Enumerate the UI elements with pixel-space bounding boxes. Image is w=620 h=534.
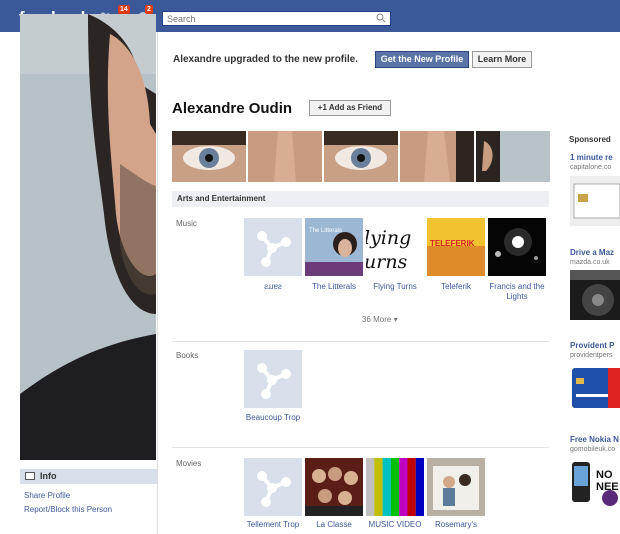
music-tile-francis[interactable]	[488, 218, 546, 276]
profile-name: Alexandre Oudin	[172, 100, 293, 117]
movie-caption-1[interactable]: Tellement Trop	[238, 520, 308, 530]
divider-books	[172, 341, 549, 342]
profile-photo[interactable]	[20, 14, 156, 460]
ad-3-title[interactable]: Provident P	[570, 341, 614, 350]
info-tab[interactable]: Info	[20, 469, 157, 484]
search-icon[interactable]	[376, 13, 386, 23]
music-caption-5[interactable]: Francis and the Lights	[482, 282, 552, 302]
add-friend-button[interactable]: +1 Add as Friend	[309, 100, 391, 116]
music-tile-1[interactable]	[244, 218, 302, 276]
report-block-link[interactable]: Report/Block this Person	[24, 505, 112, 514]
arts-heading-text: Arts and Entertainment	[177, 194, 266, 203]
movie-tile-music-video[interactable]	[366, 458, 424, 516]
book-caption-1[interactable]: Beaucoup Trop	[238, 413, 308, 423]
movie-caption-4[interactable]: Rosemary's	[421, 520, 491, 530]
ad-4-title[interactable]: Free Nokia N	[570, 435, 619, 444]
share-profile-link[interactable]: Share Profile	[24, 491, 70, 500]
strip-photo-nose-2[interactable]	[400, 131, 474, 182]
photo-strip	[172, 131, 550, 182]
more-music-label: 36 More	[362, 315, 392, 324]
book-tile-1[interactable]	[244, 350, 302, 408]
search-placeholder: Search	[167, 14, 196, 24]
litterals-cover-text: The Litterals	[309, 228, 342, 234]
arts-section-heading: Arts and Entertainment	[172, 191, 549, 207]
music-caption-4[interactable]: Teleferik	[421, 282, 491, 292]
search-input[interactable]: Search	[162, 11, 391, 26]
movies-label: Movies	[176, 459, 202, 468]
add-friend-icon: +1	[317, 103, 329, 112]
strip-photo-ear[interactable]	[476, 131, 550, 182]
svg-text:urns: urns	[366, 251, 408, 273]
music-tile-litterals[interactable]: The Litterals	[305, 218, 363, 276]
strip-photo-eye-1[interactable]	[172, 131, 246, 182]
svg-text:lying: lying	[366, 227, 411, 249]
upgrade-notice-text: Alexandre upgraded to the new profile.	[173, 54, 359, 65]
info-tab-label: Info	[40, 471, 57, 481]
more-music-link[interactable]: 36 More ▾	[362, 315, 398, 324]
movie-caption-3[interactable]: MUSIC VIDEO	[360, 520, 430, 530]
movie-tile-rosemarys[interactable]	[427, 458, 485, 516]
music-caption-2[interactable]: The Litterals	[299, 282, 369, 292]
sponsored-heading: Sponsored	[569, 135, 611, 144]
ad-4-url[interactable]: gomobileuk.co	[570, 446, 615, 453]
divider-movies	[172, 447, 549, 448]
notifications-badge: 2	[145, 5, 153, 14]
ad-1-url[interactable]: capitalone.co	[570, 164, 611, 171]
info-icon	[25, 472, 35, 480]
music-caption-3[interactable]: Flying Turns	[360, 282, 430, 292]
music-caption-1[interactable]: ƨɹɹɐƨ	[238, 282, 308, 292]
add-friend-label: Add as Friend	[328, 103, 383, 112]
ad-2-image[interactable]	[570, 270, 620, 320]
learn-more-button[interactable]: Learn More	[472, 51, 532, 68]
movie-tile-1[interactable]	[244, 458, 302, 516]
teleferik-cover-text: TELEFERIK	[430, 239, 475, 248]
ad-1-image[interactable]	[570, 176, 620, 226]
music-tile-teleferik[interactable]: TELEFERIK	[427, 218, 485, 276]
ad-3-url[interactable]: providentpers	[570, 352, 612, 359]
ad-1-title[interactable]: 1 minute re	[570, 153, 613, 162]
strip-photo-eye-2[interactable]	[324, 131, 398, 182]
ad-2-title[interactable]: Drive a Maz	[570, 248, 614, 257]
music-tile-flying-turns[interactable]: lying urns	[366, 218, 424, 276]
get-new-profile-button[interactable]: Get the New Profile	[375, 51, 469, 68]
ad-4-image[interactable]: NO NEE	[570, 458, 620, 508]
music-label: Music	[176, 219, 197, 228]
ad-2-url[interactable]: mazda.co.uk	[570, 259, 610, 266]
ad-3-image[interactable]	[570, 364, 620, 414]
chevron-down-icon: ▾	[393, 315, 398, 324]
movie-tile-la-classe[interactable]	[305, 458, 363, 516]
strip-photo-nose-1[interactable]	[248, 131, 322, 182]
movie-caption-2[interactable]: La Classe	[299, 520, 369, 530]
books-label: Books	[176, 351, 199, 360]
